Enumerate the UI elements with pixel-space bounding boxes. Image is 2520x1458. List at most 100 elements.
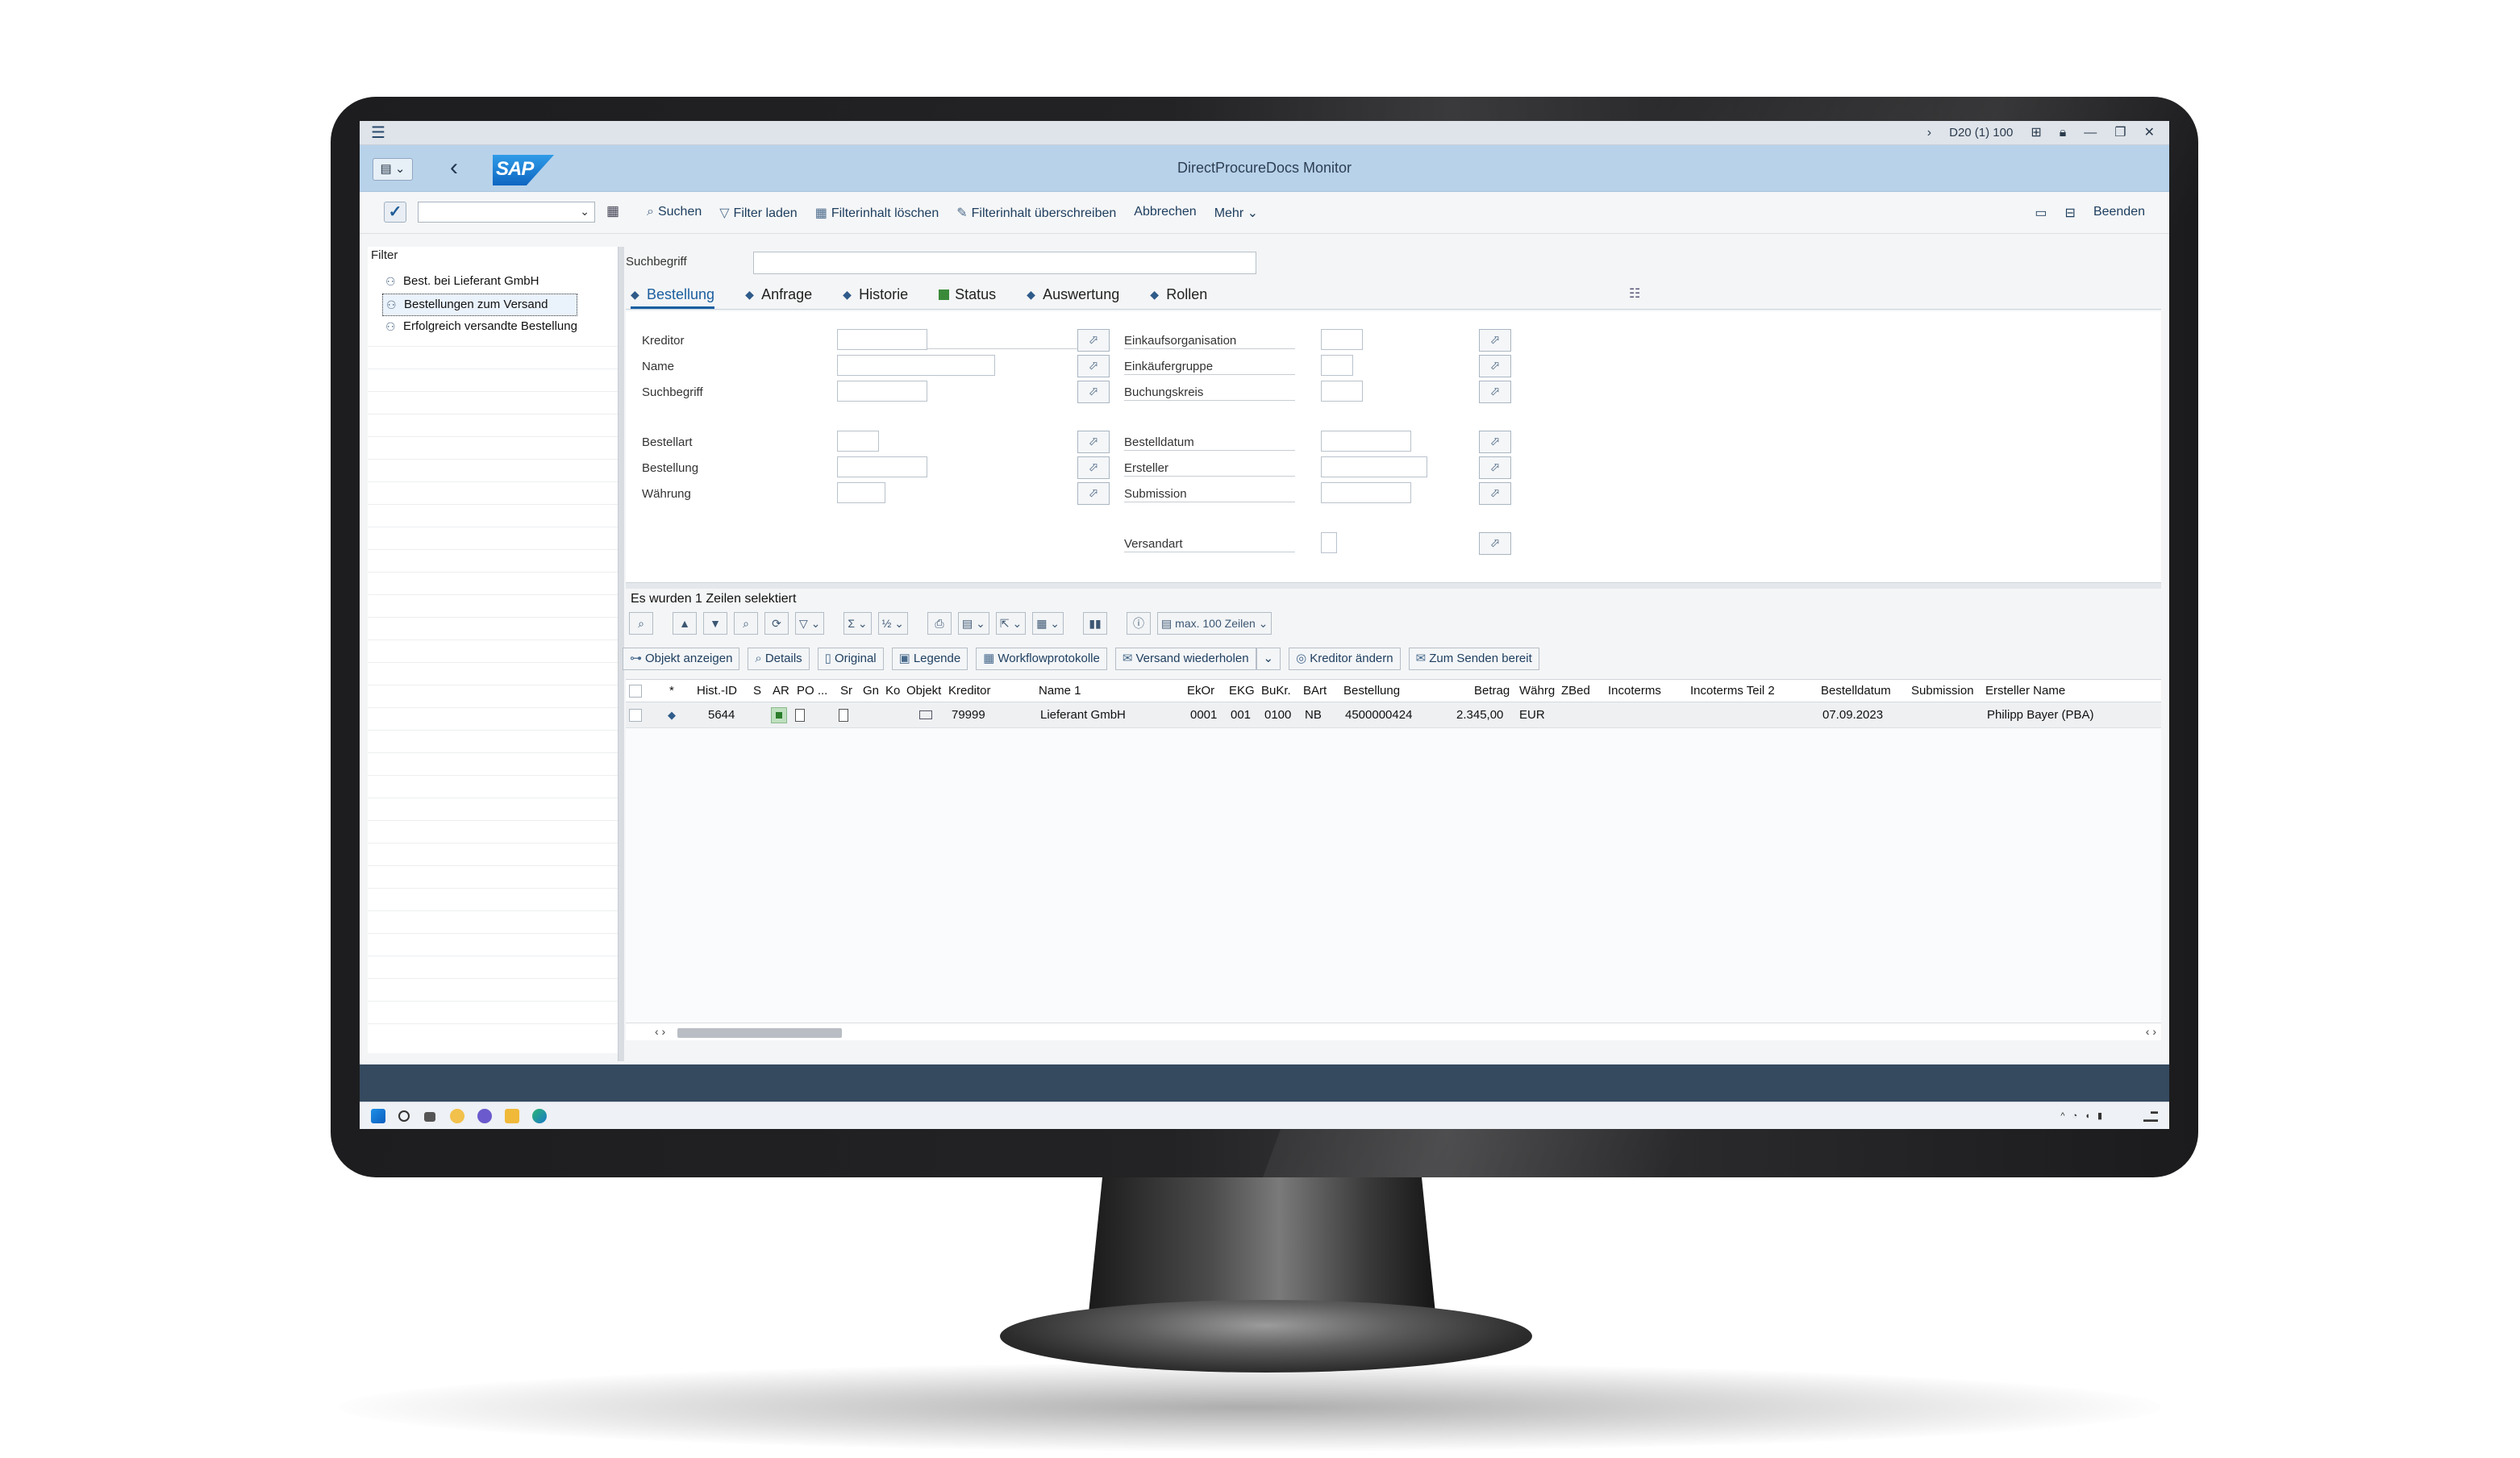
select-all-checkbox[interactable] [629, 685, 642, 698]
scroll-right-icon[interactable]: ‹ › [2146, 1025, 2156, 1038]
column-header[interactable]: Incoterms [1608, 680, 1661, 702]
einkaeufergruppe-input[interactable] [1321, 355, 1353, 376]
column-header[interactable]: Objekt [906, 680, 941, 702]
workflow-log-button[interactable]: ▦ Workflowprotokolle [976, 648, 1107, 670]
new-session-icon[interactable]: ⊞ [2031, 124, 2041, 142]
filter-item-selected[interactable]: ⚇ Bestellungen zum Versand [382, 294, 577, 316]
multiple-selection-button[interactable]: ⬀ [1077, 456, 1110, 479]
view-icon[interactable]: ▤ ⌄ [957, 612, 989, 635]
column-header[interactable]: Bestellung [1343, 680, 1400, 702]
search-button[interactable]: ⌕ Suchen [647, 205, 702, 221]
multiple-selection-button[interactable]: ⬀ [1479, 329, 1511, 352]
filter-item[interactable]: ⚇ Best. bei Lieferant GmbH [382, 271, 577, 294]
export-icon[interactable]: ⇱ ⌄ [995, 612, 1027, 635]
back-icon[interactable]: ‹ [450, 155, 458, 181]
sort-descending-icon[interactable]: ▼ [703, 612, 727, 635]
scroll-left-icon[interactable]: ‹ › [655, 1025, 665, 1038]
change-vendor-button[interactable]: ◎ Kreditor ändern [1289, 648, 1401, 670]
column-header[interactable]: Name 1 [1039, 680, 1081, 702]
sum-icon[interactable]: Σ ⌄ [843, 612, 872, 635]
lock-icon[interactable]: 🔒︎ [2060, 124, 2067, 142]
maximize-icon[interactable]: ❐ [2114, 124, 2126, 142]
search-input[interactable] [753, 252, 1256, 274]
tab-bestellung[interactable]: ◆ Bestellung [631, 282, 715, 309]
enter-check-button[interactable]: ✓ [384, 202, 406, 223]
more-menu[interactable]: Mehr ⌄ [1214, 205, 1258, 221]
layout-icon[interactable]: ▦ ⌄ [1032, 612, 1064, 635]
find-icon[interactable]: ⌕ [734, 612, 758, 635]
envelope-icon[interactable] [919, 710, 932, 719]
chat-icon[interactable] [477, 1109, 492, 1123]
column-header[interactable]: Ko [885, 680, 900, 702]
multiple-selection-button[interactable]: ⬀ [1479, 532, 1511, 555]
minimize-icon[interactable]: — [2084, 124, 2097, 142]
column-header[interactable]: Sr [840, 680, 852, 702]
multiple-selection-button[interactable]: ⬀ [1077, 381, 1110, 403]
filter-icon[interactable]: ▽ ⌄ [795, 612, 825, 635]
row-checkbox[interactable] [629, 709, 642, 722]
horizontal-scrollbar[interactable]: ‹ › ‹ › [626, 1023, 2161, 1040]
cancel-button[interactable]: Abbrechen [1134, 205, 1196, 221]
multiple-selection-button[interactable]: ⬀ [1077, 482, 1110, 505]
max-rows-button[interactable]: ▤ max. 100 Zeilen ⌄ [1157, 612, 1272, 635]
tab-historie[interactable]: ◆ Historie [843, 282, 908, 309]
edge-browser-icon[interactable] [532, 1109, 547, 1123]
multiple-selection-button[interactable]: ⬀ [1479, 431, 1511, 453]
suchbegriff-input[interactable] [837, 381, 927, 402]
scroll-thumb[interactable] [677, 1028, 842, 1038]
hamburger-menu-icon[interactable]: ☰ [371, 125, 385, 141]
column-header[interactable]: Währg [1519, 680, 1555, 702]
search-icon[interactable] [398, 1110, 410, 1122]
document-icon[interactable] [795, 709, 805, 722]
column-header[interactable]: Betrag [1474, 680, 1510, 702]
system-tray-icons[interactable]: ^ ◔ ◖ ▮ [2060, 1110, 2105, 1121]
overwrite-filter-button[interactable]: ✎ Filterinhalt überschreiben [956, 205, 1116, 221]
subtotal-icon[interactable]: ½ ⌄ [877, 612, 908, 635]
name-input[interactable] [837, 355, 995, 376]
find-next-icon[interactable]: ⟳ [764, 612, 789, 635]
column-header[interactable]: Gn [863, 680, 879, 702]
info-icon[interactable]: ⓘ [1127, 612, 1152, 635]
legend-button[interactable]: ▣ Legende [891, 648, 968, 670]
resend-dropdown[interactable]: ⌄ [1256, 648, 1281, 670]
column-header[interactable]: Incoterms Teil 2 [1690, 680, 1775, 702]
ready-to-send-button[interactable]: ✉ Zum Senden bereit [1408, 648, 1539, 670]
column-header[interactable]: EkOr [1187, 680, 1214, 702]
details-button[interactable]: ⌕ Details [748, 648, 810, 670]
multiple-selection-button[interactable]: ⬀ [1479, 355, 1511, 377]
folder-icon[interactable] [505, 1109, 519, 1123]
multiple-selection-button[interactable]: ⬀ [1077, 355, 1110, 377]
chart-icon[interactable]: ▮▮ [1083, 612, 1108, 635]
windows-start-icon[interactable] [371, 1109, 385, 1123]
multiple-selection-button[interactable]: ⬀ [1479, 456, 1511, 479]
filter-item[interactable]: ⚇ Erfolgreich versandte Bestellung [382, 316, 577, 339]
column-header[interactable]: EKG [1229, 680, 1255, 702]
clear-filter-button[interactable]: ▦ Filterinhalt löschen [815, 205, 939, 221]
show-object-button[interactable]: ⊶ Objekt anzeigen [623, 648, 740, 670]
bestelldatum-input[interactable] [1321, 431, 1411, 452]
submission-input[interactable] [1321, 482, 1411, 503]
column-header[interactable]: Hist.-ID [697, 680, 737, 702]
column-header[interactable]: BArt [1303, 680, 1327, 702]
column-header[interactable]: BuKr. [1261, 680, 1291, 702]
buchungskreis-input[interactable] [1321, 381, 1363, 402]
tab-anfrage[interactable]: ◆ Anfrage [745, 282, 812, 309]
expand-chevron-icon[interactable]: › [1927, 124, 1931, 142]
multiple-selection-button[interactable]: ⬀ [1479, 482, 1511, 505]
document-icon[interactable] [839, 709, 848, 722]
bestellung-input[interactable] [837, 456, 927, 477]
column-header[interactable]: Bestelldatum [1821, 680, 1891, 702]
bestellart-input[interactable] [837, 431, 879, 452]
column-header[interactable]: Kreditor [948, 680, 991, 702]
exit-button[interactable]: Beenden [2093, 205, 2145, 221]
column-header[interactable]: AR [773, 680, 789, 702]
tab-status[interactable]: Status [939, 282, 996, 309]
multiple-selection-button[interactable]: ⬀ [1479, 381, 1511, 403]
table-row[interactable]: ◆ 5644 79999 Lieferant GmbH 0001 001 010… [626, 702, 2161, 728]
column-header[interactable]: PO ... [797, 680, 827, 702]
window-layout-icon[interactable]: ▭ [2035, 205, 2047, 221]
tab-list-icon[interactable]: ☷ [1629, 285, 1640, 302]
section-splitter[interactable] [626, 582, 2161, 589]
menu-button[interactable]: ▤ ⌄ [373, 158, 413, 181]
sort-ascending-icon[interactable]: ▲ [673, 612, 697, 635]
